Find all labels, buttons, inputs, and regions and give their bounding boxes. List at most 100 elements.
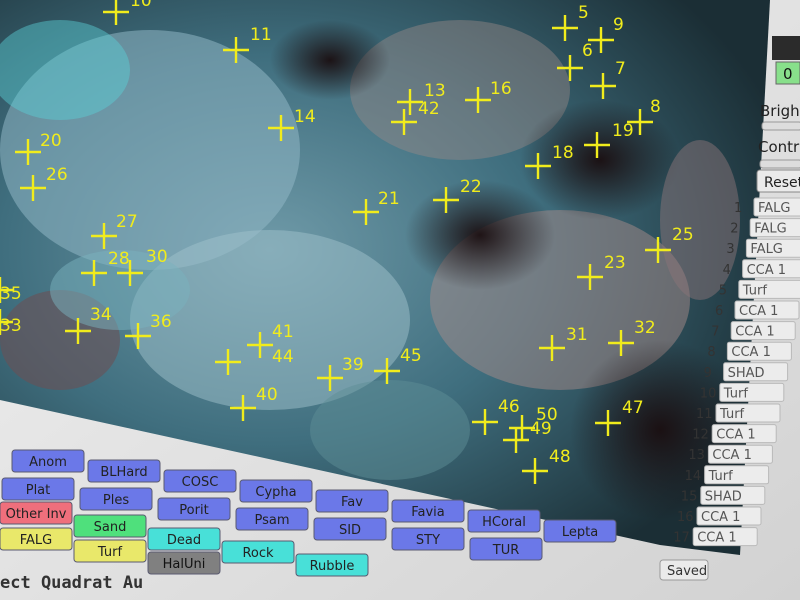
- annotation-label: CCA 1: [716, 428, 755, 443]
- point-label-28: 28: [108, 249, 130, 269]
- category-label: Psam: [254, 513, 289, 528]
- annotation-number: 3: [726, 242, 734, 257]
- category-label: Plat: [26, 483, 51, 498]
- category-button-cosc[interactable]: COSC: [163, 469, 237, 493]
- point-label-35: 35: [0, 284, 22, 304]
- point-label-44: 44: [272, 347, 294, 367]
- annotation-label: CCA 1: [712, 448, 751, 463]
- annotation-label: FALG: [758, 201, 791, 216]
- annotation-label: Turf: [723, 386, 749, 401]
- contrast-slider[interactable]: [759, 159, 800, 169]
- category-button-sand[interactable]: Sand: [73, 514, 147, 538]
- annotation-row-14[interactable]: 14 Turf: [685, 465, 770, 485]
- point-label-23: 23: [604, 253, 626, 273]
- brightness-slider[interactable]: [761, 121, 800, 131]
- category-label: HalUni: [163, 557, 206, 572]
- category-button-rubble[interactable]: Rubble: [295, 553, 369, 577]
- point-label-32: 32: [634, 318, 656, 338]
- point-label-34: 34: [90, 305, 112, 325]
- category-label: Lepta: [562, 525, 598, 540]
- bottom-status: ect Quadrat Au: [0, 573, 143, 593]
- category-button-anom[interactable]: Anom: [11, 449, 85, 473]
- point-label-18: 18: [552, 143, 574, 163]
- point-label-16: 16: [490, 79, 512, 99]
- category-button-tur[interactable]: TUR: [469, 537, 543, 561]
- point-label-20: 20: [40, 131, 62, 151]
- annotation-label: SHAD: [705, 489, 742, 504]
- annotation-number: 5: [719, 283, 727, 298]
- category-label: BLHard: [100, 465, 147, 480]
- point-label-27: 27: [116, 212, 138, 232]
- annotation-label: CCA 1: [735, 325, 774, 340]
- category-button-porit[interactable]: Porit: [157, 497, 231, 521]
- category-button-other-inv[interactable]: Other Inv: [0, 501, 73, 525]
- point-label-48: 48: [549, 447, 571, 467]
- category-label: COSC: [182, 475, 219, 490]
- annotation-label: SHAD: [728, 366, 765, 381]
- annotation-row-10[interactable]: 10 Turf: [700, 382, 785, 402]
- category-button-haluni[interactable]: HalUni: [147, 551, 221, 575]
- annotation-row-12[interactable]: 12 CCA 1: [692, 424, 777, 444]
- annotation-label: CCA 1: [731, 345, 770, 360]
- point-label-45: 45: [400, 346, 422, 366]
- point-label-26: 26: [46, 165, 68, 185]
- category-button-psam[interactable]: Psam: [235, 507, 309, 531]
- annotation-row-13[interactable]: 13 CCA 1: [688, 444, 773, 464]
- point-label-10: 10: [130, 0, 152, 11]
- annotation-label: CCA 1: [739, 304, 778, 319]
- annotation-row-11[interactable]: 11 Turf: [696, 403, 781, 423]
- annotation-number: 12: [692, 428, 709, 443]
- category-label: Fav: [341, 495, 363, 510]
- category-label: Porit: [179, 503, 208, 518]
- point-label-42: 42: [418, 99, 440, 119]
- point-label-39: 39: [342, 355, 364, 375]
- point-label-33: 33: [0, 316, 22, 336]
- quadrat-photo[interactable]: 0 Bright Contra Reset 1 FALG 2 FALG 3 FALG 4 CC…: [0, 0, 800, 600]
- category-button-fav[interactable]: Fav: [315, 489, 389, 513]
- category-button-falg[interactable]: FALG: [0, 527, 73, 551]
- annotation-label: CCA 1: [747, 263, 786, 278]
- category-button-ples[interactable]: Ples: [79, 487, 153, 511]
- annotation-number: 14: [685, 469, 702, 484]
- category-label: Turf: [97, 545, 123, 560]
- reset-label: Reset: [764, 175, 800, 191]
- point-label-46: 46: [498, 397, 520, 417]
- category-label: Rubble: [310, 559, 355, 574]
- point-label-7: 7: [615, 59, 626, 79]
- annotation-row-17[interactable]: 17 CCA 1: [673, 527, 758, 547]
- brightness-label: Bright: [760, 102, 800, 120]
- category-button-sid[interactable]: SID: [313, 517, 387, 541]
- annotation-number: 8: [707, 345, 715, 360]
- annotation-label: Turf: [742, 283, 768, 298]
- annotation-label: FALG: [754, 222, 787, 237]
- annotation-number: 15: [681, 489, 698, 504]
- annotation-number: 13: [688, 448, 705, 463]
- category-button-plat[interactable]: Plat: [1, 477, 75, 501]
- annotation-number: 9: [704, 366, 712, 381]
- point-label-50: 50: [536, 405, 558, 425]
- category-button-rock[interactable]: Rock: [221, 540, 295, 564]
- category-label: Cypha: [255, 485, 296, 500]
- annotation-number: 7: [711, 325, 719, 340]
- point-label-11: 11: [250, 25, 272, 45]
- point-label-6: 6: [582, 41, 593, 61]
- category-button-sty[interactable]: STY: [391, 527, 465, 551]
- annotation-number: 11: [696, 407, 713, 422]
- category-label: Sand: [94, 520, 127, 535]
- point-label-47: 47: [622, 398, 644, 418]
- category-button-favia[interactable]: Favia: [391, 499, 465, 523]
- annotation-number: 4: [723, 263, 731, 278]
- category-button-hcoral[interactable]: HCoral: [467, 509, 541, 533]
- point-label-8: 8: [650, 97, 661, 117]
- category-button-lepta[interactable]: Lepta: [543, 519, 617, 543]
- category-button-turf[interactable]: Turf: [73, 539, 147, 563]
- category-button-cypha[interactable]: Cypha: [239, 479, 313, 503]
- annotation-row-15[interactable]: 15 SHAD: [681, 485, 766, 505]
- category-label: Other Inv: [6, 507, 67, 522]
- annotation-number: 16: [677, 510, 694, 525]
- annotation-row-16[interactable]: 16 CCA 1: [677, 506, 762, 526]
- category-button-blhard[interactable]: BLHard: [87, 459, 161, 483]
- annotation-label: CCA 1: [701, 510, 740, 525]
- point-label-36: 36: [150, 312, 172, 332]
- category-button-dead[interactable]: Dead: [147, 527, 221, 551]
